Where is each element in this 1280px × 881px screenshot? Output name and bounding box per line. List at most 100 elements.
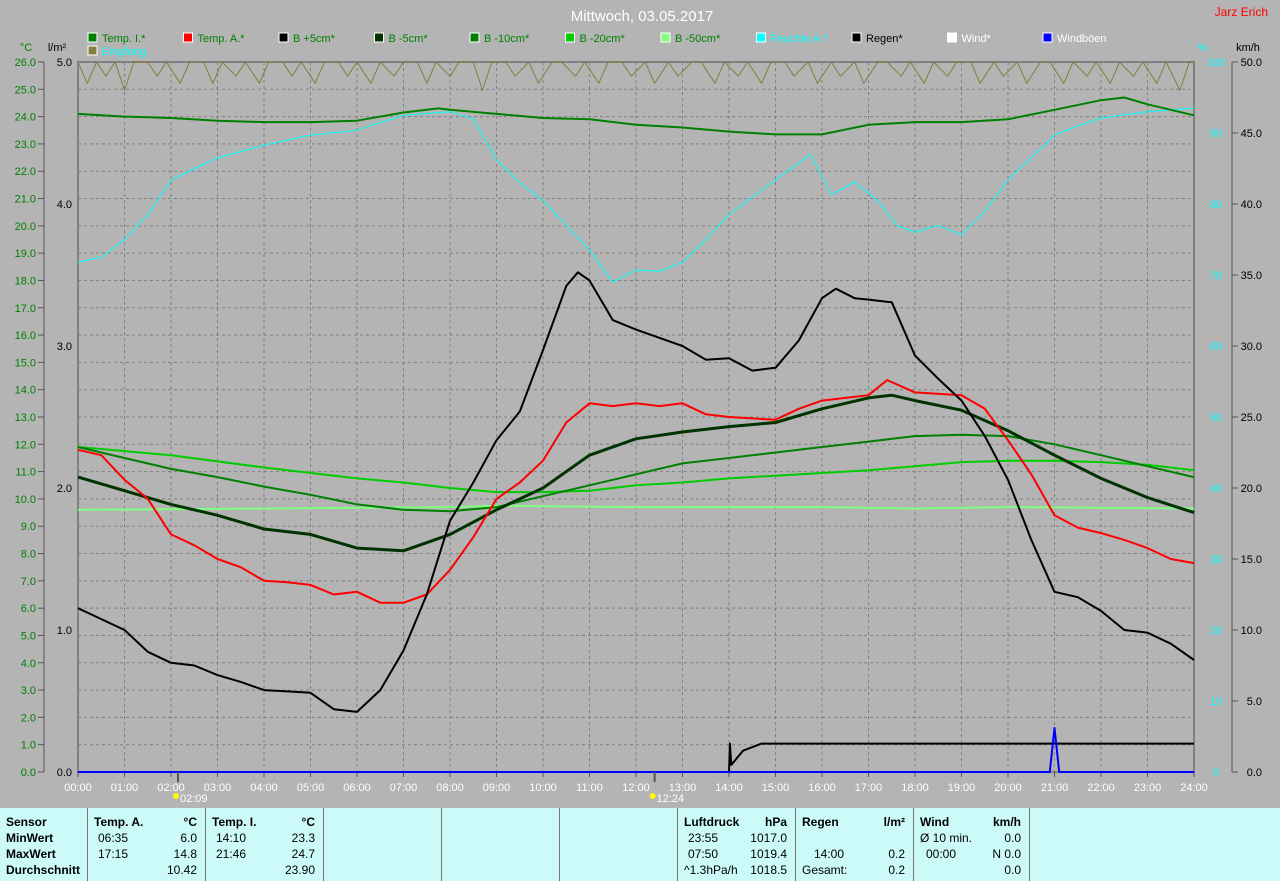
legend-swatch bbox=[183, 32, 193, 43]
temp-i-avg: 23.90 bbox=[284, 863, 315, 877]
rain-tick-label: 5.0 bbox=[57, 57, 72, 69]
humidity-axis-unit: % bbox=[1197, 42, 1207, 54]
temp-tick-label: 25.0 bbox=[15, 84, 36, 96]
legend-label: Temp. A.* bbox=[198, 33, 246, 45]
stats-col-sensor: Sensor MinWert MaxWert Durchschnitt bbox=[0, 808, 88, 881]
x-tick-label: 09:00 bbox=[483, 782, 511, 794]
wind-header: Wind bbox=[920, 815, 950, 829]
temp-tick-label: 14.0 bbox=[15, 385, 36, 397]
temp-tick-label: 18.0 bbox=[15, 275, 36, 287]
temp-tick-label: 7.0 bbox=[21, 576, 36, 588]
grid bbox=[77, 61, 1195, 773]
rain-tick-label: 3.0 bbox=[57, 341, 72, 353]
humidity-tick-label: 80 bbox=[1210, 199, 1222, 211]
temp-tick-label: 22.0 bbox=[15, 166, 36, 178]
temp-tick-label: 4.0 bbox=[21, 658, 36, 670]
stats-col-empty-1 bbox=[324, 808, 442, 881]
temp-tick-label: 16.0 bbox=[15, 330, 36, 342]
legend-label: Feuchte A.* bbox=[771, 33, 829, 45]
temp-tick-label: 19.0 bbox=[15, 248, 36, 260]
temp-tick-label: 5.0 bbox=[21, 630, 36, 642]
temp-i-max-time: 21:46 bbox=[216, 847, 247, 861]
x-tick-label: 10:00 bbox=[529, 782, 557, 794]
row-label-min: MinWert bbox=[6, 831, 54, 845]
wind-tick-label: 5.0 bbox=[1247, 696, 1262, 708]
legend-label: B +5cm* bbox=[293, 33, 336, 45]
temp-i-unit: °C bbox=[301, 815, 315, 829]
axis-ticks: 0.0 1.0 2.0 3.0 4.0 5.0 6.0 7.0 8.0 9.0 10.0 11.0 12… bbox=[15, 57, 1262, 794]
temp-tick-label: 1.0 bbox=[21, 740, 36, 752]
marker-label: 02:09 bbox=[180, 793, 208, 805]
rain-axis-unit: l/m² bbox=[48, 42, 67, 54]
humidity-tick-label: 0 bbox=[1213, 767, 1219, 779]
rain-value: 0.2 bbox=[888, 847, 905, 861]
wind-tick-label: 40.0 bbox=[1241, 199, 1262, 211]
sun-moon-icon bbox=[649, 793, 656, 799]
humidity-tick-label: 50 bbox=[1210, 412, 1222, 424]
temp-a-max: 14.8 bbox=[173, 847, 197, 861]
x-tick-label: 06:00 bbox=[343, 782, 371, 794]
rain-tick-label: 2.0 bbox=[57, 483, 72, 495]
legend-swatch bbox=[87, 32, 98, 43]
temp-tick-label: 26.0 bbox=[15, 57, 36, 69]
wind-avg-label: Ø 10 min. bbox=[920, 831, 973, 845]
temp-a-min: 6.0 bbox=[180, 831, 197, 845]
x-tick-label: 23:00 bbox=[1134, 782, 1162, 794]
sensor-header: Sensor bbox=[6, 815, 47, 829]
humidity-tick-label: 60 bbox=[1210, 341, 1222, 353]
stats-col-pressure: Luftdruck hPa 23:55 1017.0 07:50 1019.4 ^1.… bbox=[678, 808, 796, 881]
legend-swatch bbox=[660, 32, 671, 43]
temp-tick-label: 11.0 bbox=[15, 467, 36, 479]
author-label: Jarz Erich bbox=[1215, 5, 1268, 19]
marker-label: 12:24 bbox=[657, 793, 685, 805]
series-line-temp-a- bbox=[77, 379, 1195, 604]
x-tick-label: 21:00 bbox=[1041, 782, 1069, 794]
pressure-max-time: 07:50 bbox=[688, 847, 719, 861]
legend-swatch bbox=[565, 32, 575, 43]
legend-swatch bbox=[947, 32, 957, 43]
humidity-tick-label: 70 bbox=[1210, 270, 1222, 282]
pressure-max: 1019.4 bbox=[750, 847, 787, 861]
wind-tick-label: 45.0 bbox=[1241, 128, 1262, 140]
temp-a-header: Temp. A. bbox=[94, 815, 144, 829]
wind-axis-unit: km/h bbox=[1236, 42, 1260, 54]
humidity-tick-label: 40 bbox=[1210, 483, 1222, 495]
temp-a-unit: °C bbox=[183, 815, 197, 829]
x-tick-label: 15:00 bbox=[762, 782, 790, 794]
wind-unit: km/h bbox=[992, 815, 1021, 829]
temp-tick-label: 12.0 bbox=[15, 439, 36, 451]
stats-col-rain: Regen l/m² 14:00 0.2 Gesamt: 0.2 bbox=[796, 808, 914, 881]
legend-swatch bbox=[756, 32, 766, 43]
x-tick-label: 01:00 bbox=[111, 782, 139, 794]
humidity-tick-label: 20 bbox=[1210, 625, 1222, 637]
x-tick-label: 16:00 bbox=[808, 782, 836, 794]
temp-tick-label: 9.0 bbox=[21, 521, 36, 533]
x-tick-label: 07:00 bbox=[390, 782, 418, 794]
wind-tick-label: 50.0 bbox=[1241, 57, 1262, 69]
legend-label: Temp. I.* bbox=[102, 33, 146, 45]
wind-tick-label: 0.0 bbox=[1247, 767, 1262, 779]
stats-col-temp-i: Temp. I. °C 14:10 23.3 21:46 24.7 23.90 bbox=[206, 808, 324, 881]
pressure-header: Luftdruck bbox=[684, 815, 740, 829]
wind-max: N 0.0 bbox=[992, 847, 1021, 861]
temp-tick-label: 10.0 bbox=[15, 494, 36, 506]
temp-tick-label: 3.0 bbox=[21, 685, 36, 697]
x-tick-label: 14:00 bbox=[715, 782, 743, 794]
x-tick-label: 22:00 bbox=[1087, 782, 1115, 794]
legend: Temp. I.* Temp. A.* B +5cm* B -5cm* B -10cm*… bbox=[87, 32, 1107, 58]
temp-tick-label: 8.0 bbox=[21, 549, 36, 561]
temp-a-avg: 10.42 bbox=[166, 863, 197, 877]
pressure-min: 1017.0 bbox=[750, 831, 787, 845]
temp-tick-label: 20.0 bbox=[15, 221, 36, 233]
temp-tick-label: 2.0 bbox=[21, 712, 36, 724]
x-tick-label: 00:00 bbox=[64, 782, 92, 794]
wind-tick-label: 25.0 bbox=[1241, 412, 1262, 424]
weather-chart: Mittwoch, 03.05.2017 Jarz Erich °C l/m² … bbox=[15, 5, 1268, 805]
wind-tick-label: 20.0 bbox=[1241, 483, 1262, 495]
legend-swatch bbox=[851, 32, 862, 43]
wind-max-time: 00:00 bbox=[926, 847, 957, 861]
humidity-tick-label: 10 bbox=[1210, 696, 1222, 708]
rain-tick-label: 4.0 bbox=[57, 199, 72, 211]
rain-header: Regen bbox=[802, 815, 839, 829]
pressure-unit: hPa bbox=[764, 815, 787, 829]
